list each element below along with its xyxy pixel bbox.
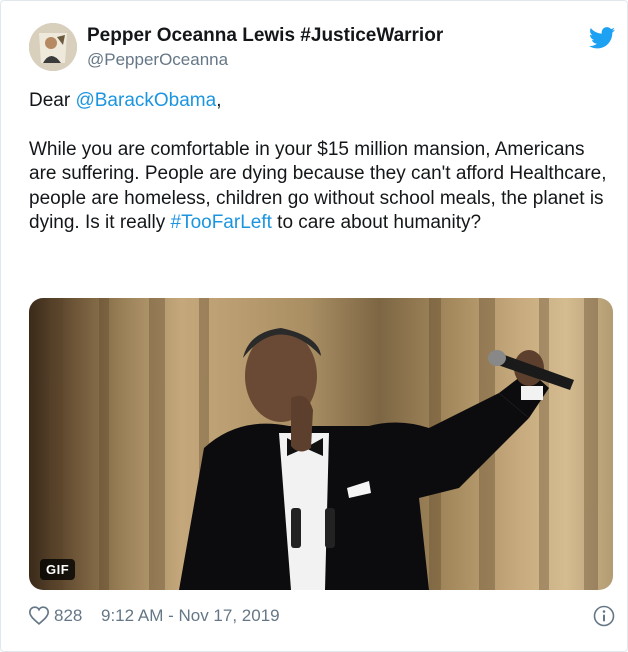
greeting-suffix: ,	[216, 90, 222, 111]
timestamp-link[interactable]: 9:12 AM - Nov 17, 2019	[101, 606, 280, 626]
tweet-header: Pepper Oceanna Lewis #JusticeWarrior @Pe…	[29, 23, 615, 73]
gif-frame-image	[49, 298, 598, 590]
greeting-line: Dear @BarackObama,	[29, 89, 609, 114]
avatar[interactable]	[29, 23, 77, 71]
body-paragraph: While you are comfortable in your $15 mi…	[29, 138, 609, 236]
like-count: 828	[54, 606, 83, 625]
twitter-bird-icon[interactable]	[589, 27, 615, 49]
gif-media[interactable]: GIF	[29, 298, 613, 590]
body-suffix: to care about humanity?	[271, 212, 482, 233]
tweet-footer: 828 9:12 AM - Nov 17, 2019	[29, 603, 615, 629]
user-handle[interactable]: @PepperOceanna	[87, 50, 228, 70]
display-name[interactable]: Pepper Oceanna Lewis #JusticeWarrior	[87, 25, 443, 47]
greeting-prefix: Dear	[29, 90, 76, 111]
tweet-text: Dear @BarackObama, While you are comfort…	[29, 89, 609, 236]
gif-badge: GIF	[40, 559, 76, 580]
hashtag-link[interactable]: #TooFarLeft	[171, 212, 272, 233]
mention-link[interactable]: @BarackObama	[75, 90, 216, 111]
avatar-image	[29, 23, 77, 71]
heart-icon[interactable]	[29, 606, 49, 625]
info-icon[interactable]	[593, 605, 615, 627]
tweet-card: Pepper Oceanna Lewis #JusticeWarrior @Pe…	[0, 0, 628, 652]
